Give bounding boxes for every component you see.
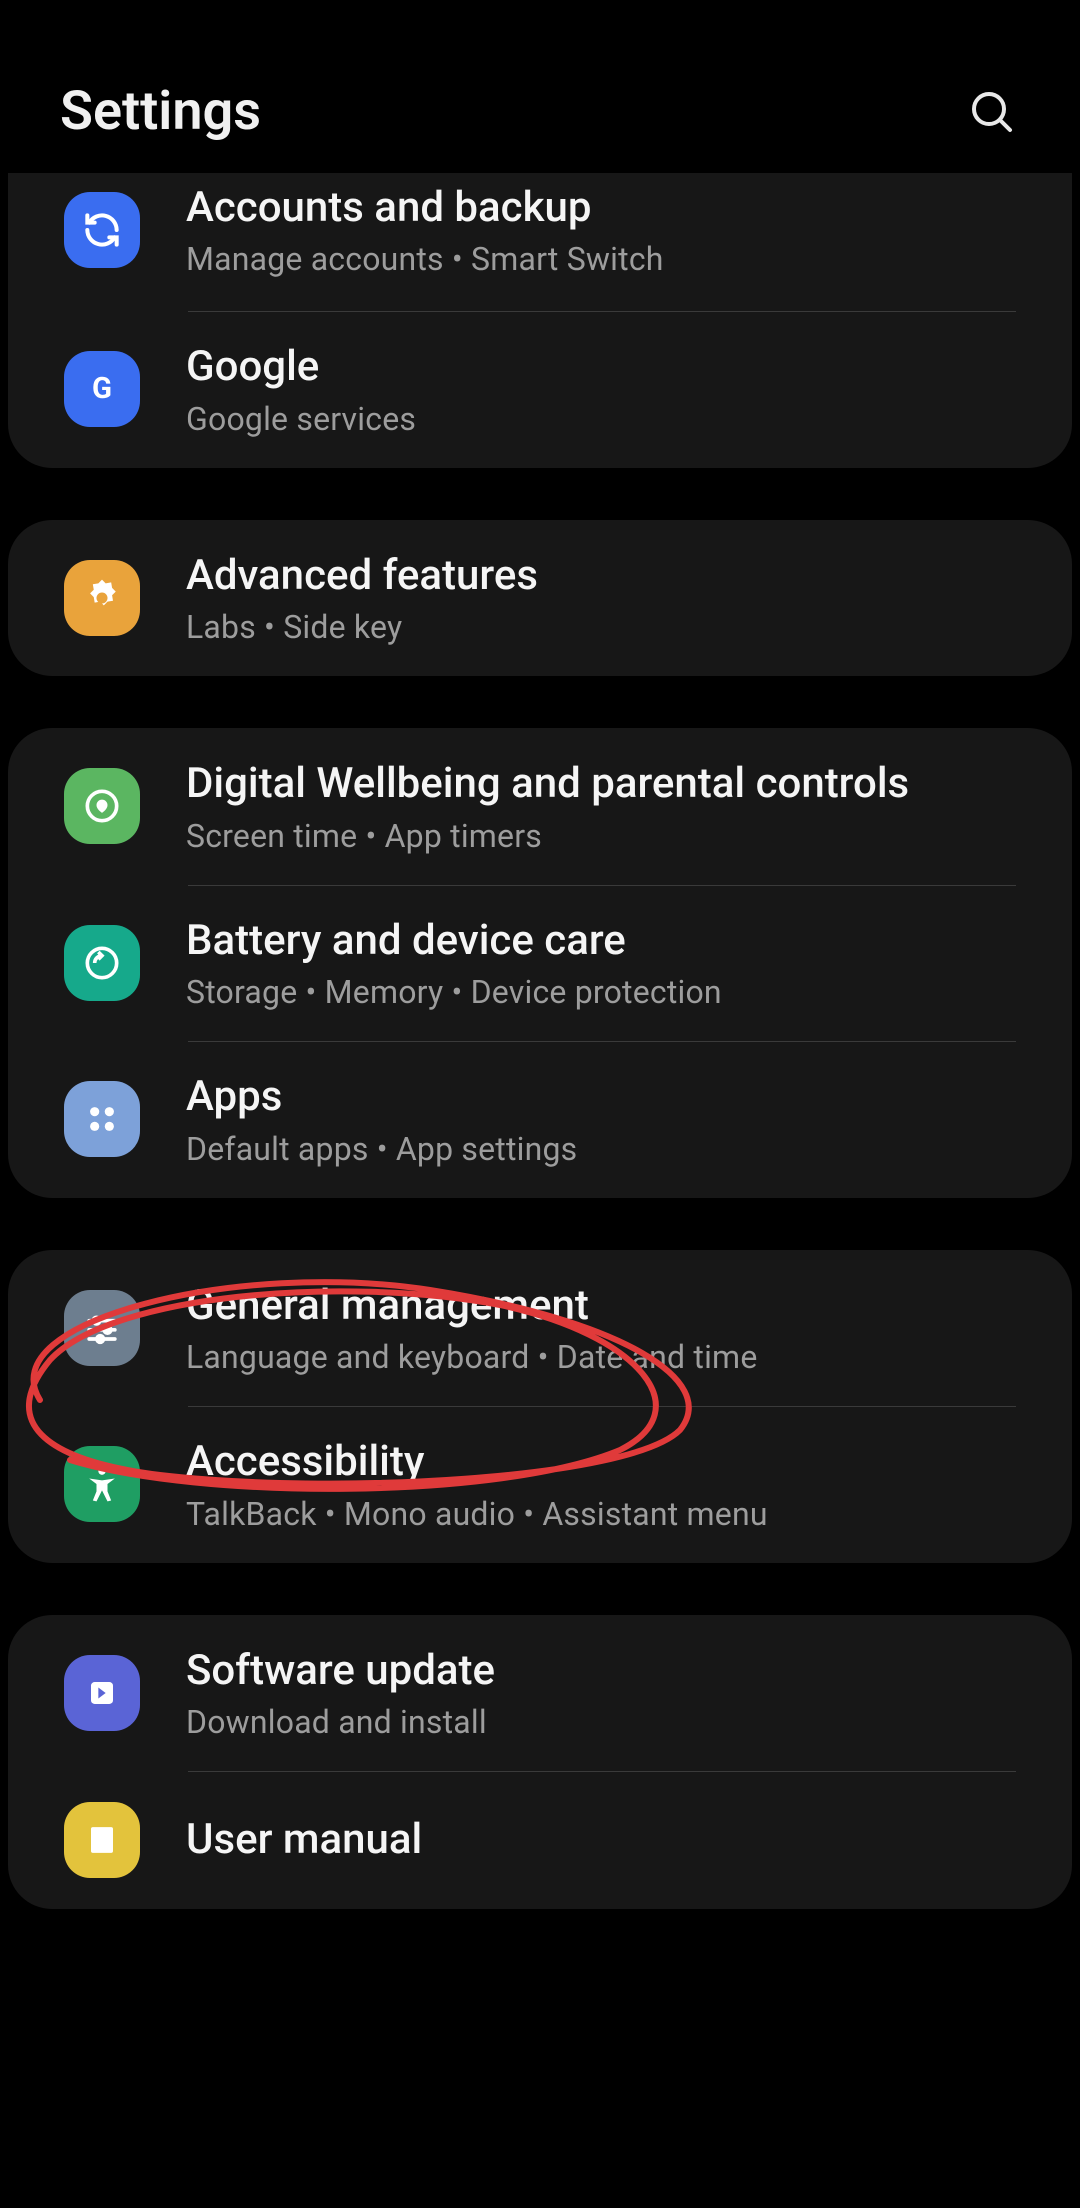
settings-group: General management Language and keyboard…	[8, 1250, 1072, 1563]
item-texts: Google Google services	[186, 341, 1032, 438]
settings-item-user-manual[interactable]: User manual	[8, 1771, 1072, 1909]
item-texts: User manual	[186, 1814, 1032, 1867]
sliders-icon	[64, 1290, 140, 1366]
update-icon	[64, 1655, 140, 1731]
settings-item-general-management[interactable]: General management Language and keyboard…	[8, 1250, 1072, 1407]
item-subtitle: Language and keyboard • Date and time	[186, 1338, 1032, 1376]
settings-item-accessibility[interactable]: Accessibility TalkBack • Mono audio • As…	[8, 1406, 1072, 1563]
apps-icon	[64, 1081, 140, 1157]
item-title: Digital Wellbeing and parental controls	[186, 758, 1032, 811]
sync-icon	[64, 192, 140, 268]
item-title: Advanced features	[186, 550, 1032, 603]
item-title: Apps	[186, 1071, 1032, 1124]
item-texts: Advanced features Labs • Side key	[186, 550, 1032, 647]
item-texts: Accounts and backup Manage accounts • Sm…	[186, 182, 1032, 279]
settings-list[interactable]: Accounts and backup Manage accounts • Sm…	[0, 173, 1080, 1909]
item-title: Accessibility	[186, 1436, 1032, 1489]
item-title: Battery and device care	[186, 915, 1032, 968]
svg-text:G: G	[92, 372, 112, 406]
settings-group: Advanced features Labs • Side key	[8, 520, 1072, 677]
google-icon: G	[64, 351, 140, 427]
manual-icon	[64, 1802, 140, 1878]
page-title: Settings	[60, 80, 261, 143]
item-title: User manual	[186, 1814, 1032, 1867]
item-subtitle: Manage accounts • Smart Switch	[186, 240, 1032, 278]
settings-group: Accounts and backup Manage accounts • Sm…	[8, 173, 1072, 468]
accessibility-icon	[64, 1446, 140, 1522]
settings-item-accounts-backup[interactable]: Accounts and backup Manage accounts • Sm…	[8, 173, 1072, 311]
item-subtitle: Default apps • App settings	[186, 1130, 1032, 1168]
item-subtitle: Storage • Memory • Device protection	[186, 973, 1032, 1011]
item-texts: Battery and device care Storage • Memory…	[186, 915, 1032, 1012]
item-texts: Software update Download and install	[186, 1645, 1032, 1742]
item-texts: Accessibility TalkBack • Mono audio • As…	[186, 1436, 1032, 1533]
item-title: General management	[186, 1280, 1032, 1333]
settings-item-google[interactable]: G Google Google services	[8, 311, 1072, 468]
item-texts: Digital Wellbeing and parental controls …	[186, 758, 1032, 855]
item-subtitle: Labs • Side key	[186, 608, 1032, 646]
wellbeing-icon	[64, 768, 140, 844]
settings-item-battery-device-care[interactable]: Battery and device care Storage • Memory…	[8, 885, 1072, 1042]
item-title: Accounts and backup	[186, 182, 1032, 235]
item-subtitle: TalkBack • Mono audio • Assistant menu	[186, 1495, 1032, 1533]
item-title: Google	[186, 341, 1032, 394]
battery-care-icon	[64, 925, 140, 1001]
item-subtitle: Download and install	[186, 1703, 1032, 1741]
item-title: Software update	[186, 1645, 1032, 1698]
item-subtitle: Google services	[186, 400, 1032, 438]
settings-group: Digital Wellbeing and parental controls …	[8, 728, 1072, 1198]
search-button[interactable]	[964, 84, 1020, 140]
item-texts: General management Language and keyboard…	[186, 1280, 1032, 1377]
header: Settings	[0, 0, 1080, 173]
settings-group: Software update Download and install Use…	[8, 1615, 1072, 1910]
item-subtitle: Screen time • App timers	[186, 817, 1032, 855]
settings-item-software-update[interactable]: Software update Download and install	[8, 1615, 1072, 1772]
settings-item-digital-wellbeing[interactable]: Digital Wellbeing and parental controls …	[8, 728, 1072, 885]
settings-item-advanced-features[interactable]: Advanced features Labs • Side key	[8, 520, 1072, 677]
gear-flower-icon	[64, 560, 140, 636]
search-icon	[968, 88, 1016, 136]
settings-item-apps[interactable]: Apps Default apps • App settings	[8, 1041, 1072, 1198]
item-texts: Apps Default apps • App settings	[186, 1071, 1032, 1168]
